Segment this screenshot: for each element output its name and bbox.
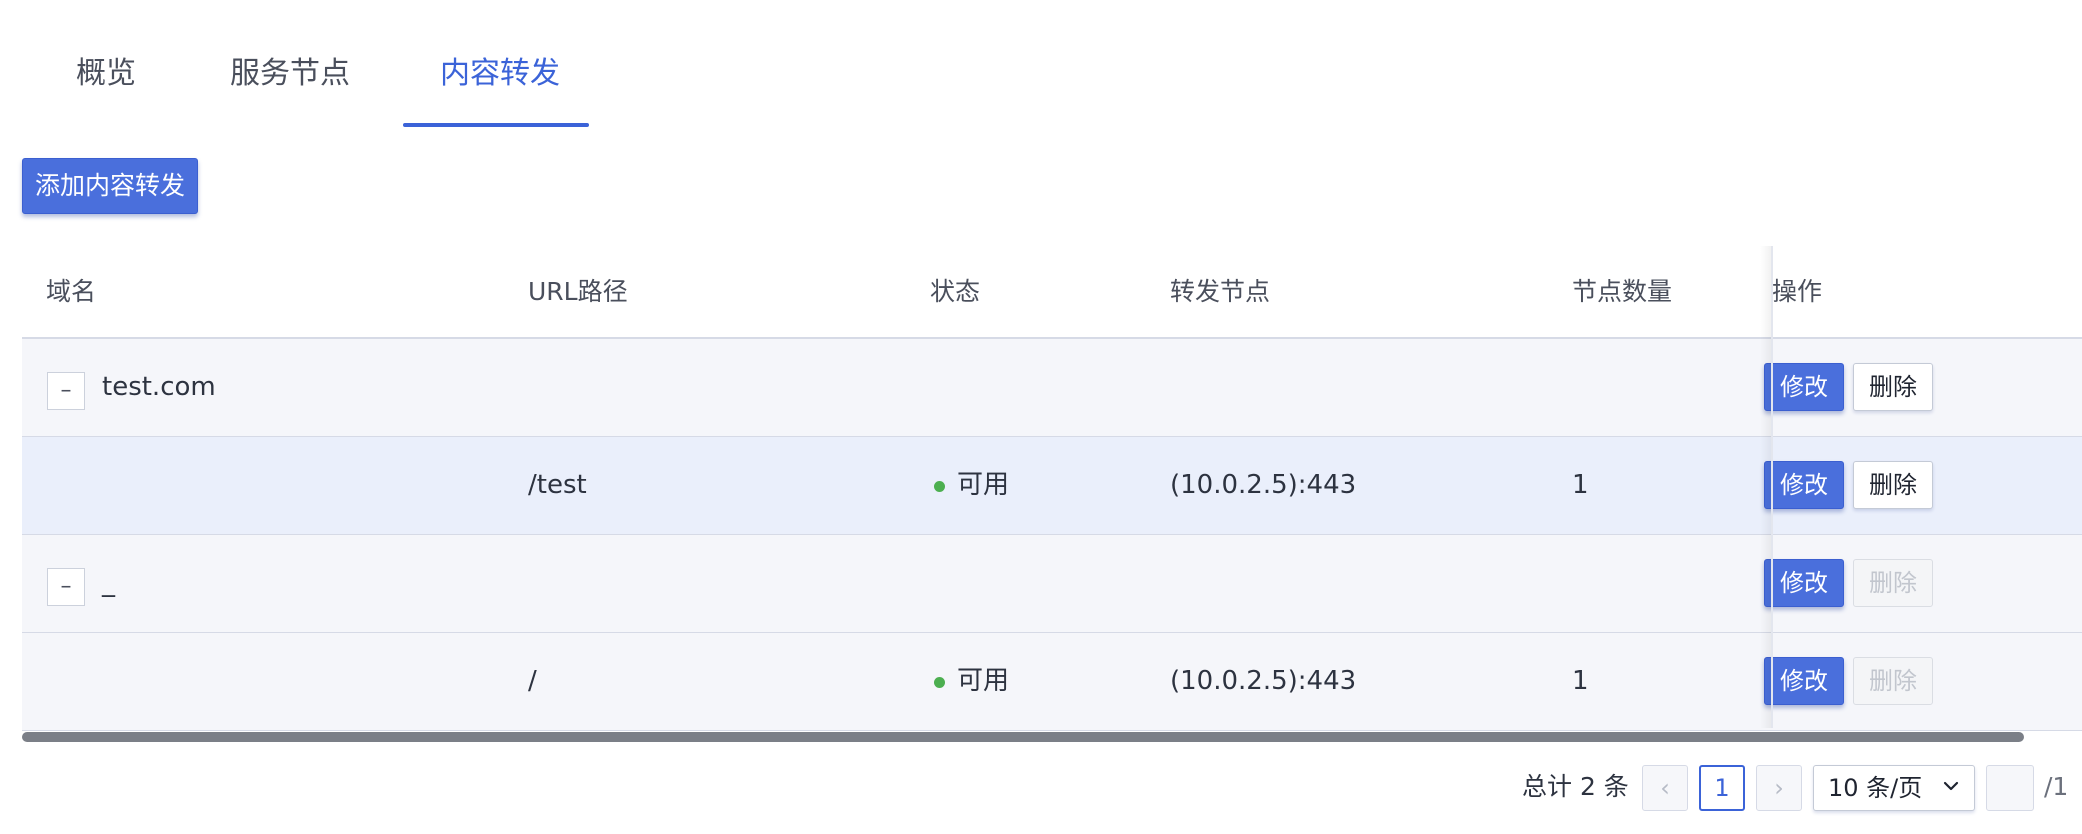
page-size-value: 10 条/页 [1828,774,1923,802]
column-header-node-count: 节点数量 [1572,277,1673,306]
forward-node-cell: (10.0.2.5):443 [1170,470,1357,500]
forward-node-cell: (10.0.2.5):443 [1170,666,1357,696]
table-row-route-test: /test 可用 (10.0.2.5):443 1 修改 删除 [22,437,2082,535]
node-count-cell: 1 [1572,470,1589,500]
edit-button[interactable]: 修改 [1764,461,1844,509]
collapse-toggle-icon[interactable]: – [47,372,85,410]
delete-button[interactable]: 删除 [1853,363,1933,411]
tab-content-forwarding[interactable]: 内容转发 [440,54,560,94]
status-cell: 可用 [957,470,1010,500]
domain-cell: _ [102,568,115,598]
prev-page-chevron-left-icon[interactable]: ‹ [1642,765,1688,811]
tab-overview[interactable]: 概览 [76,54,136,94]
page-jump-input[interactable] [1986,765,2034,811]
node-count-cell: 1 [1572,666,1589,696]
current-page-button[interactable]: 1 [1699,765,1745,811]
url-path-cell: / [528,666,537,696]
fixed-column-divider [1771,246,1773,728]
url-path-cell: /test [528,470,587,500]
add-content-forwarding-button[interactable]: 添加内容转发 [22,158,198,214]
chevron-down-icon [1943,781,1959,791]
collapse-toggle-icon[interactable]: – [47,568,85,606]
status-cell: 可用 [957,666,1010,696]
edit-button[interactable]: 修改 [1764,657,1844,705]
forwarding-table: 域名 URL路径 状态 转发节点 节点数量 操作 – test.com 修改 删… [22,246,2082,742]
status-available-dot-icon [934,481,945,492]
column-header-actions: 操作 [1772,277,1823,306]
tab-bar: 概览 服务节点 内容转发 [0,0,2082,130]
delete-button-disabled: 删除 [1853,657,1933,705]
table-row-route-root: / 可用 (10.0.2.5):443 1 修改 删除 [22,633,2082,731]
edit-button[interactable]: 修改 [1764,559,1844,607]
delete-button-disabled: 删除 [1853,559,1933,607]
next-page-chevron-right-icon[interactable]: › [1756,765,1802,811]
pagination-total: 总计 2 条 [1522,772,1629,801]
edit-button[interactable]: 修改 [1764,363,1844,411]
active-tab-indicator [403,123,589,127]
table-header: 域名 URL路径 状态 转发节点 节点数量 操作 [22,246,2082,339]
table-row-group-default: – _ 修改 删除 [22,535,2082,633]
column-header-forward-node: 转发节点 [1170,277,1271,306]
column-header-status: 状态 [930,277,981,306]
column-header-domain: 域名 [46,277,97,306]
table-row-group-test-com: – test.com 修改 删除 [22,339,2082,437]
status-available-dot-icon [934,677,945,688]
column-header-url-path: URL路径 [528,277,628,306]
domain-cell: test.com [102,372,216,402]
tab-service-nodes[interactable]: 服务节点 [230,54,350,94]
horizontal-scrollbar[interactable] [22,732,2024,742]
page-size-select[interactable]: 10 条/页 [1813,765,1975,811]
page-total: /1 [2044,772,2069,801]
delete-button[interactable]: 删除 [1853,461,1933,509]
